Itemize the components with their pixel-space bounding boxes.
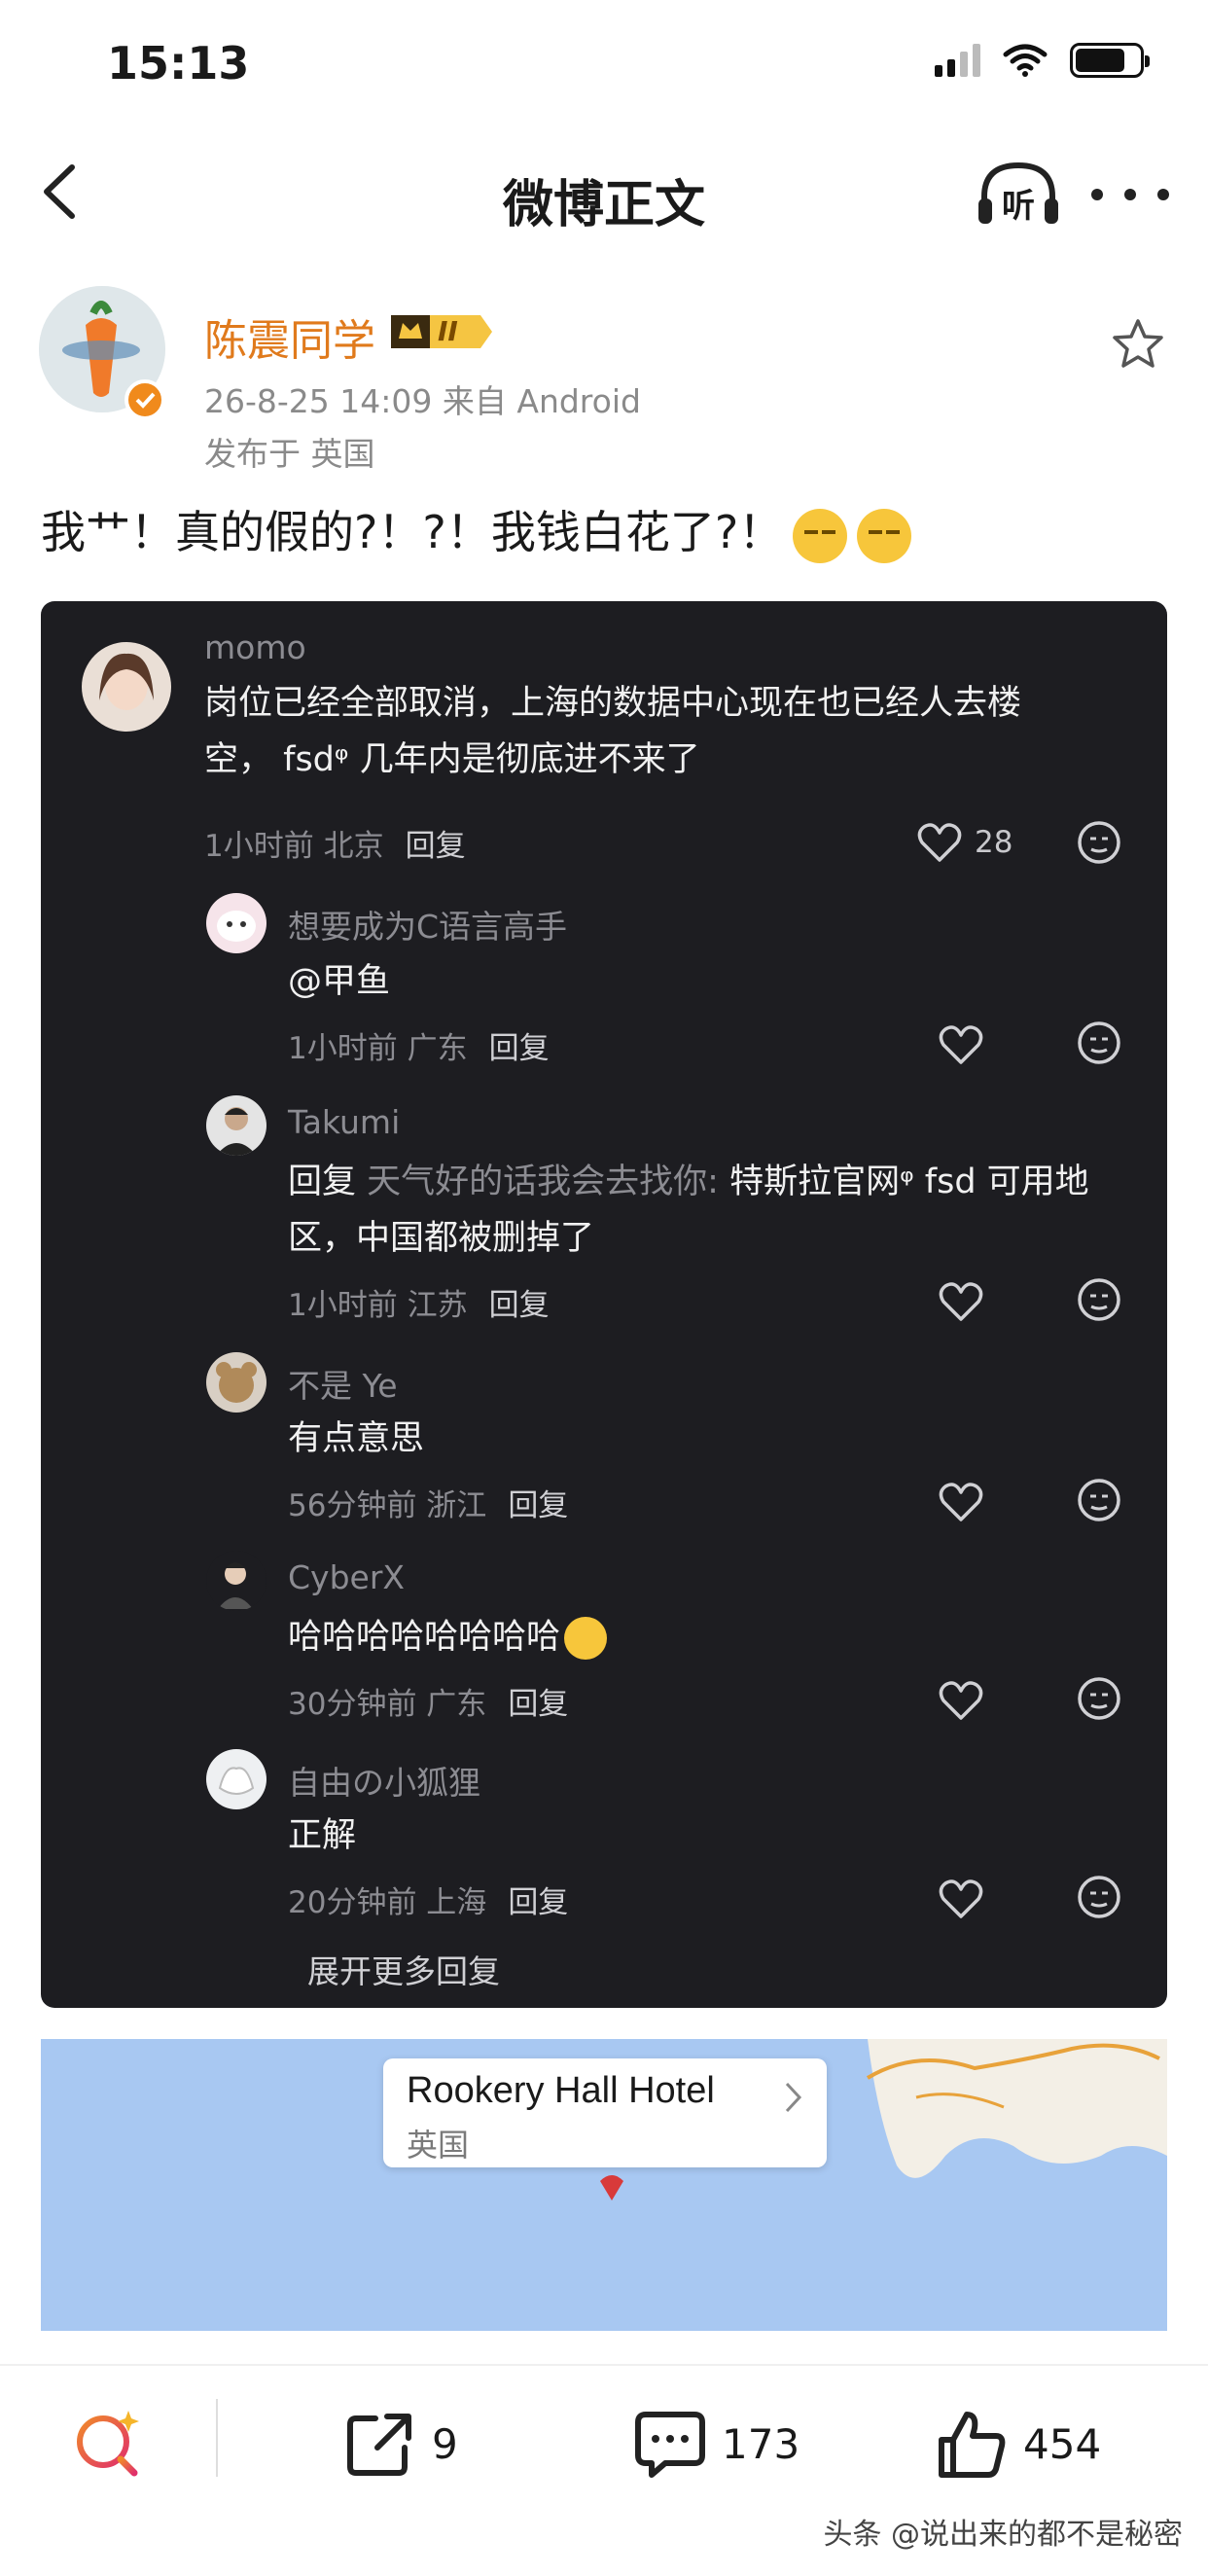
- reply-meta: 56分钟前 浙江 回复: [288, 1481, 568, 1524]
- wifi-icon: [1003, 44, 1048, 77]
- reply-meta: 1小时前 广东 回复: [288, 1023, 550, 1067]
- comment-time-location: 1小时前 北京: [204, 829, 384, 864]
- reply-meta: 30分钟前 广东 回复: [288, 1679, 568, 1723]
- reply-time-location: 20分钟前 上海: [288, 1885, 487, 1920]
- divider: [216, 2399, 218, 2477]
- reply-username[interactable]: CyberX: [288, 1558, 405, 1596]
- reply-button[interactable]: 回复: [489, 1031, 550, 1066]
- reply-text-line: 区，中国都被删掉了: [288, 1219, 595, 1258]
- embedded-comments-card[interactable]: momo 岗位已经全部取消，上海的数据中心现在也已经人去楼 空， fsdᵠ 几年…: [41, 601, 1167, 2008]
- heart-icon[interactable]: [916, 821, 963, 864]
- emoji-icon: [857, 508, 912, 563]
- heart-icon[interactable]: [938, 1679, 984, 1722]
- comment-text: 岗位已经全部取消，上海的数据中心现在也已经人去楼 空， fsdᵠ 几年内是彻底进…: [204, 675, 1138, 788]
- react-emoji-icon[interactable]: [1076, 1020, 1122, 1066]
- react-emoji-icon[interactable]: [1076, 1874, 1122, 1920]
- reply-text-line: 特斯拉官网ᵠ fsd 可用地: [729, 1163, 1089, 1201]
- commenter-avatar[interactable]: [82, 642, 171, 732]
- comment-meta: 1小时前 北京 回复: [204, 821, 466, 865]
- replier-avatar[interactable]: [206, 1551, 266, 1611]
- reply-username[interactable]: 自由の小狐狸: [288, 1757, 480, 1804]
- reply-username[interactable]: Takumi: [288, 1103, 400, 1141]
- comment-text-line: 空， fsdᵠ 几年内是彻底进不来了: [204, 740, 700, 779]
- like-button[interactable]: 454: [934, 2405, 1101, 2483]
- reply-meta: 20分钟前 上海 回复: [288, 1878, 568, 1921]
- replier-avatar[interactable]: [206, 1749, 266, 1809]
- react-emoji-icon[interactable]: [1076, 1276, 1122, 1323]
- share-count: 9: [432, 2419, 458, 2468]
- reply-prefix: 回复: [288, 1163, 357, 1201]
- reply-time-location: 1小时前 江苏: [288, 1288, 468, 1323]
- reply-text-body: 哈哈哈哈哈哈哈哈: [288, 1618, 561, 1657]
- place-country: 英国: [407, 2127, 470, 2164]
- reply-button[interactable]: 回复: [508, 1488, 568, 1523]
- verified-badge: [124, 379, 165, 420]
- location-pin-icon: [600, 2175, 623, 2200]
- reply-text: 回复 天气好的话我会去找你: 特斯拉官网ᵠ fsd 可用地 区，中国都被删掉了: [288, 1154, 1144, 1267]
- nav-bar: 微博正文 听: [0, 136, 1208, 253]
- post-meta: 26-8-25 14:09 来自 Android: [204, 382, 641, 420]
- like-count: 28: [975, 825, 1013, 860]
- chevron-right-icon: [785, 2082, 802, 2113]
- post-text: 我艹！真的假的?！?！我钱白花了?！: [41, 498, 1169, 566]
- search-icon[interactable]: [70, 2405, 148, 2483]
- reply-to-quote: 天气好的话我会去找你:: [367, 1163, 719, 1201]
- reply-button[interactable]: 回复: [489, 1288, 550, 1323]
- emoji-icon: [793, 508, 848, 563]
- signal-icon: [935, 44, 980, 77]
- watermark: 头条 @说出来的都不是秘密: [823, 2518, 1183, 2552]
- react-emoji-icon[interactable]: [1076, 819, 1122, 866]
- share-button[interactable]: 9: [342, 2405, 458, 2483]
- comment-text-line: 岗位已经全部取消，上海的数据中心现在也已经人去楼: [204, 684, 1022, 723]
- heart-icon[interactable]: [938, 1878, 984, 1920]
- battery-icon: [1070, 43, 1150, 78]
- comment-icon: [635, 2412, 705, 2478]
- heart-icon[interactable]: [938, 1280, 984, 1323]
- listen-button[interactable]: 听: [975, 158, 1062, 232]
- more-icon[interactable]: [1091, 165, 1169, 224]
- heart-icon[interactable]: [938, 1023, 984, 1066]
- heart-icon[interactable]: [938, 1481, 984, 1523]
- comment-username[interactable]: momo: [204, 628, 306, 666]
- reply-text: 哈哈哈哈哈哈哈哈: [288, 1609, 608, 1665]
- thumbs-up-icon: [939, 2412, 1006, 2478]
- expand-more-replies[interactable]: 展开更多回复: [307, 1946, 500, 1992]
- like-count: 454: [1023, 2419, 1102, 2468]
- reply-text: 有点意思: [288, 1419, 425, 1458]
- replier-avatar[interactable]: [206, 893, 266, 953]
- vip-level: II: [438, 315, 458, 347]
- listen-label: 听: [1002, 187, 1035, 226]
- reply-button[interactable]: 回复: [508, 1885, 568, 1920]
- reply-username[interactable]: 不是 Ye: [288, 1360, 398, 1407]
- status-time: 15:13: [107, 37, 250, 89]
- reply-time-location: 30分钟前 广东: [288, 1687, 487, 1722]
- replier-avatar[interactable]: [206, 1095, 266, 1156]
- crying-laughing-emoji-icon: [564, 1617, 608, 1660]
- reply-time-location: 1小时前 广东: [288, 1031, 468, 1066]
- reply-text: @甲鱼: [288, 962, 391, 1001]
- bottom-action-bar: 9 173 454: [0, 2366, 1208, 2512]
- reply-button[interactable]: 回复: [406, 829, 466, 864]
- location-map[interactable]: Rookery Hall Hotel 英国: [41, 2039, 1167, 2331]
- reply-button[interactable]: 回复: [508, 1687, 568, 1722]
- favorite-star-icon[interactable]: [1109, 315, 1167, 374]
- reply-username[interactable]: 想要成为C语言高手: [288, 901, 567, 948]
- share-icon: [347, 2414, 411, 2476]
- react-emoji-icon[interactable]: [1076, 1477, 1122, 1523]
- post-header: 陈震同学 II 26-8-25 14:09 来自 Android 发布于 英国: [39, 272, 1167, 473]
- status-icons: [935, 43, 1150, 78]
- replier-avatar[interactable]: [206, 1352, 266, 1413]
- post-body: 我艹！真的假的?！?！我钱白花了?！: [41, 506, 784, 558]
- reply-time-location: 56分钟前 浙江: [288, 1488, 487, 1523]
- comment-count: 173: [722, 2419, 800, 2468]
- status-bar: 15:13: [0, 0, 1208, 136]
- react-emoji-icon[interactable]: [1076, 1675, 1122, 1722]
- post-location: 发布于 英国: [204, 435, 375, 473]
- place-name: Rookery Hall Hotel: [407, 2070, 715, 2111]
- reply-text: 正解: [288, 1816, 357, 1855]
- location-tooltip[interactable]: Rookery Hall Hotel 英国: [383, 2058, 827, 2167]
- comment-button[interactable]: 173: [632, 2405, 799, 2483]
- reply-meta: 1小时前 江苏 回复: [288, 1280, 550, 1324]
- author-name[interactable]: 陈震同学: [204, 305, 375, 368]
